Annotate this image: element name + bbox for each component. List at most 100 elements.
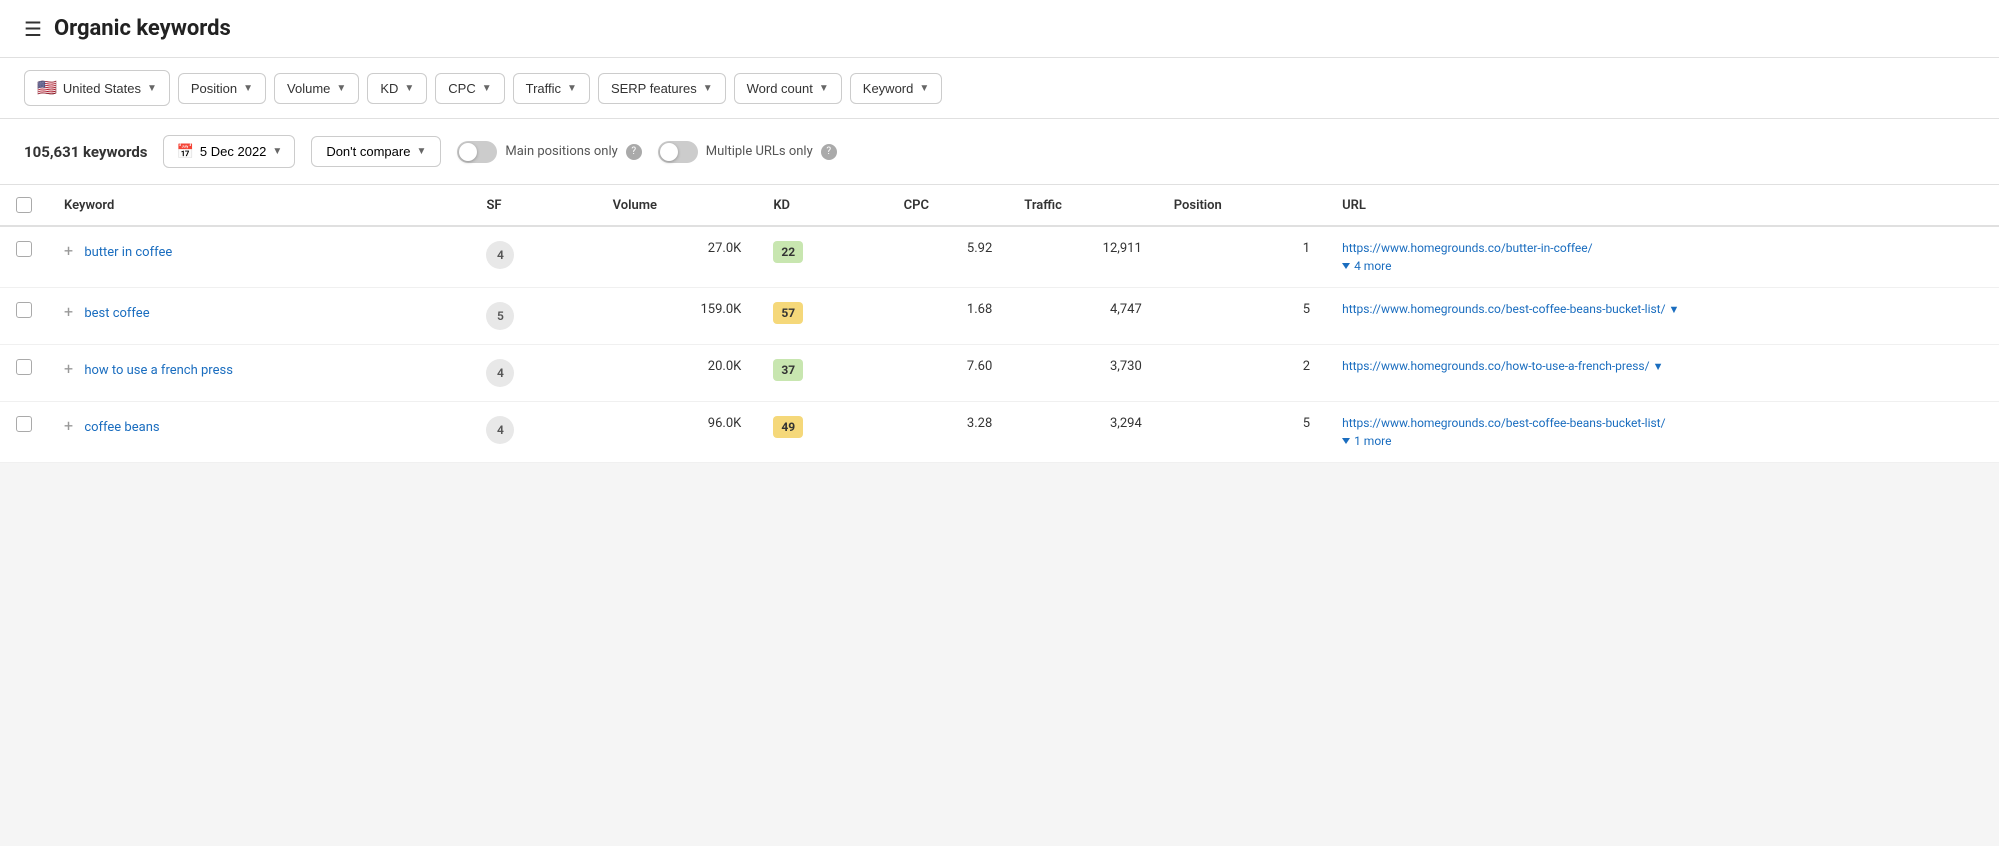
help-icon[interactable]: ? [821, 144, 837, 160]
kd-cell: 37 [757, 345, 887, 402]
main-positions-label: Main positions only [505, 144, 617, 159]
compare-label: Don't compare [326, 144, 410, 159]
add-keyword-button[interactable]: + [64, 416, 73, 435]
url-link[interactable]: https://www.homegrounds.co/butter-in-cof… [1342, 241, 1593, 255]
compare-button[interactable]: Don't compare ▼ [311, 136, 441, 167]
row-checkbox[interactable] [16, 302, 32, 318]
chevron-down-icon: ▼ [819, 83, 829, 94]
url-cell: https://www.homegrounds.co/best-coffee-b… [1326, 402, 1999, 463]
keywords-table: Keyword SF Volume KD CPC Traffic Positio… [0, 185, 1999, 463]
sf-badge: 4 [486, 416, 514, 444]
cpc-cell: 3.28 [888, 402, 1009, 463]
kd-badge: 57 [773, 302, 803, 324]
traffic-cell: 4,747 [1008, 288, 1157, 345]
flag-icon: 🇺🇸 [37, 78, 57, 98]
filter-kd[interactable]: KD ▼ [367, 73, 427, 104]
col-kd: KD [757, 185, 887, 226]
table-row: + how to use a french press 4 20.0K 37 7… [0, 345, 1999, 402]
keyword-link[interactable]: butter in coffee [84, 245, 172, 260]
multiple-urls-label: Multiple URLs only [706, 144, 813, 159]
main-positions-toggle-group: Main positions only ? [457, 141, 641, 163]
filter-serp[interactable]: SERP features ▼ [598, 73, 726, 104]
keyword-cell: + how to use a french press [48, 345, 470, 402]
url-cell: https://www.homegrounds.co/butter-in-cof… [1326, 226, 1999, 288]
table-row: + coffee beans 4 96.0K 49 3.28 3,294 5 h… [0, 402, 1999, 463]
url-chevron[interactable]: ▼ [1653, 360, 1664, 373]
chevron-down-icon: ▼ [404, 83, 414, 94]
help-icon[interactable]: ? [626, 144, 642, 160]
date-label: 5 Dec 2022 [200, 144, 267, 159]
kd-badge: 37 [773, 359, 803, 381]
filter-label: Keyword [863, 81, 914, 96]
triangle-down-icon [1342, 263, 1350, 269]
filter-cpc[interactable]: CPC ▼ [435, 73, 504, 104]
traffic-cell: 12,911 [1008, 226, 1157, 288]
row-checkbox[interactable] [16, 359, 32, 375]
toolbar: 105,631 keywords 📅 5 Dec 2022 ▼ Don't co… [0, 119, 1999, 185]
date-button[interactable]: 📅 5 Dec 2022 ▼ [163, 135, 295, 168]
calendar-icon: 📅 [176, 143, 193, 160]
url-cell: https://www.homegrounds.co/best-coffee-b… [1326, 288, 1999, 345]
col-sf: SF [470, 185, 596, 226]
hamburger-icon[interactable]: ☰ [24, 17, 42, 41]
row-checkbox-cell [0, 226, 48, 288]
filter-traffic[interactable]: Traffic ▼ [513, 73, 590, 104]
keyword-link[interactable]: best coffee [84, 306, 149, 321]
filter-label: KD [380, 81, 398, 96]
sf-badge: 5 [486, 302, 514, 330]
filter-country[interactable]: 🇺🇸United States ▼ [24, 70, 170, 106]
kd-cell: 22 [757, 226, 887, 288]
url-chevron[interactable]: ▼ [1669, 303, 1680, 316]
keyword-cell: + best coffee [48, 288, 470, 345]
filter-label: Position [191, 81, 237, 96]
multiple-urls-toggle[interactable] [658, 141, 698, 163]
traffic-cell: 3,730 [1008, 345, 1157, 402]
sf-cell: 4 [470, 345, 596, 402]
col-traffic: Traffic [1008, 185, 1157, 226]
add-keyword-button[interactable]: + [64, 359, 73, 378]
filter-label: SERP features [611, 81, 697, 96]
keyword-link[interactable]: coffee beans [84, 420, 159, 435]
position-cell: 5 [1158, 402, 1326, 463]
keyword-cell: + coffee beans [48, 402, 470, 463]
url-link[interactable]: https://www.homegrounds.co/how-to-use-a-… [1342, 359, 1650, 373]
chevron-down-icon: ▼ [567, 83, 577, 94]
table-row: + butter in coffee 4 27.0K 22 5.92 12,91… [0, 226, 1999, 288]
chevron-down-icon: ▼ [703, 83, 713, 94]
main-positions-toggle[interactable] [457, 141, 497, 163]
chevron-down-icon: ▼ [243, 83, 253, 94]
table-header: Keyword SF Volume KD CPC Traffic Positio… [0, 185, 1999, 226]
filter-position[interactable]: Position ▼ [178, 73, 266, 104]
col-url: URL [1326, 185, 1999, 226]
keywords-count: 105,631 keywords [24, 143, 147, 161]
position-cell: 1 [1158, 226, 1326, 288]
volume-cell: 20.0K [597, 345, 758, 402]
position-cell: 5 [1158, 288, 1326, 345]
url-link[interactable]: https://www.homegrounds.co/best-coffee-b… [1342, 416, 1665, 430]
kd-cell: 57 [757, 288, 887, 345]
sf-cell: 4 [470, 402, 596, 463]
row-checkbox[interactable] [16, 416, 32, 432]
volume-cell: 159.0K [597, 288, 758, 345]
select-all-checkbox[interactable] [16, 197, 32, 213]
toggle-knob [660, 143, 678, 161]
multiple-urls-toggle-group: Multiple URLs only ? [658, 141, 837, 163]
filter-keyword[interactable]: Keyword ▼ [850, 73, 942, 104]
row-checkbox-cell [0, 345, 48, 402]
chevron-down-icon: ▼ [919, 83, 929, 94]
row-checkbox[interactable] [16, 241, 32, 257]
add-keyword-button[interactable]: + [64, 302, 73, 321]
filter-volume[interactable]: Volume ▼ [274, 73, 359, 104]
traffic-cell: 3,294 [1008, 402, 1157, 463]
more-urls-link[interactable]: 4 more [1342, 259, 1983, 273]
url-link[interactable]: https://www.homegrounds.co/best-coffee-b… [1342, 302, 1665, 316]
add-keyword-button[interactable]: + [64, 241, 73, 260]
row-checkbox-cell [0, 288, 48, 345]
kd-cell: 49 [757, 402, 887, 463]
toggle-knob [459, 143, 477, 161]
chevron-down-icon: ▼ [482, 83, 492, 94]
keyword-link[interactable]: how to use a french press [84, 363, 233, 378]
sf-badge: 4 [486, 359, 514, 387]
filter-wordcount[interactable]: Word count ▼ [734, 73, 842, 104]
more-urls-link[interactable]: 1 more [1342, 434, 1983, 448]
